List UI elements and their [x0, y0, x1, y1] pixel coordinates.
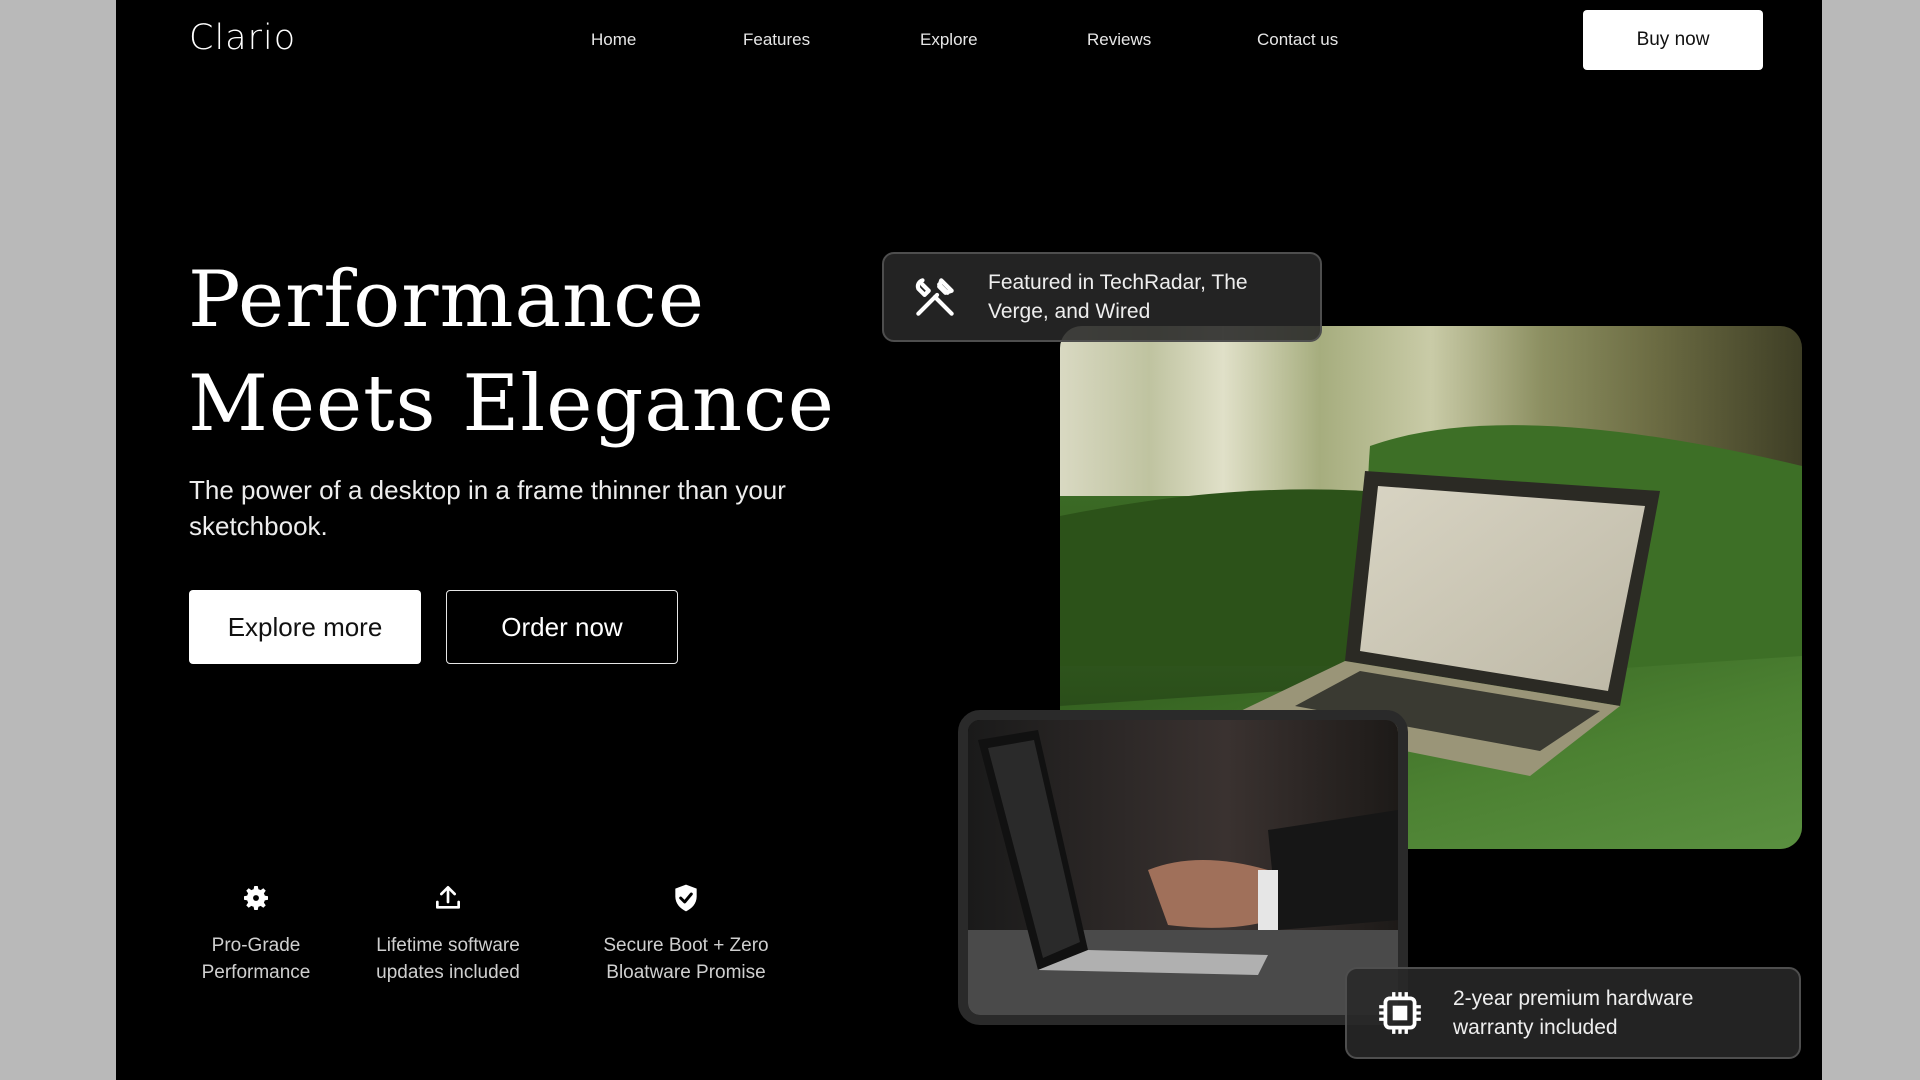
badge-text-line: 2-year premium hardware: [1453, 987, 1694, 1010]
hands-typing-illustration: [968, 720, 1398, 1015]
feature-pro-grade: Pro-Grade Performance: [156, 882, 356, 986]
chip-icon: [1379, 992, 1421, 1034]
feature-label-line: Bloatware Promise: [606, 962, 766, 983]
feature-label-line: Performance: [201, 962, 311, 983]
nav-home[interactable]: Home: [591, 30, 636, 50]
nav-features[interactable]: Features: [743, 30, 810, 50]
brand-logo[interactable]: Clario: [189, 18, 296, 58]
hero-subtitle: The power of a desktop in a frame thinne…: [189, 475, 786, 541]
gear-icon: [244, 886, 268, 910]
warranty-badge-text: 2-year premium hardware warranty include…: [1453, 984, 1693, 1042]
feature-label-line: Lifetime software: [376, 935, 520, 956]
feature-lifetime-updates: Lifetime software updates included: [348, 882, 548, 986]
badge-text-line: warranty included: [1453, 1016, 1618, 1039]
tools-icon: [915, 278, 954, 316]
feature-label: Lifetime software updates included: [348, 932, 548, 986]
nav-contact-us[interactable]: Contact us: [1257, 30, 1338, 50]
feature-label-line: updates included: [376, 962, 520, 983]
shield-check-icon: [675, 884, 697, 912]
feature-label-line: Pro-Grade: [211, 935, 301, 956]
nav-reviews[interactable]: Reviews: [1087, 30, 1151, 50]
order-now-button[interactable]: Order now: [446, 590, 678, 664]
feature-label: Secure Boot + Zero Bloatware Promise: [586, 932, 786, 986]
press-badge-text: Featured in TechRadar, The Verge, and Wi…: [988, 268, 1248, 326]
explore-more-button[interactable]: Explore more: [189, 590, 421, 664]
hero-title-line-1: Performance: [188, 255, 706, 345]
feature-secure-boot: Secure Boot + Zero Bloatware Promise: [586, 882, 786, 986]
feature-label-line: Secure Boot + Zero: [603, 935, 769, 956]
hero-title: Performance Meets Elegance: [188, 248, 835, 456]
hands-typing-image: [958, 710, 1408, 1025]
badge-text-line: Featured in TechRadar, The: [988, 271, 1248, 294]
buy-now-button[interactable]: Buy now: [1583, 10, 1763, 70]
warranty-badge: 2-year premium hardware warranty include…: [1345, 967, 1801, 1059]
upload-icon: [436, 886, 460, 909]
nav-explore[interactable]: Explore: [920, 30, 978, 50]
feature-label: Pro-Grade Performance: [156, 932, 356, 986]
badge-text-line: Verge, and Wired: [988, 300, 1151, 323]
hero-title-line-2: Meets Elegance: [188, 359, 835, 449]
landing-page: Clario Home Features Explore Reviews Con…: [116, 0, 1822, 1080]
press-badge: Featured in TechRadar, The Verge, and Wi…: [882, 252, 1322, 342]
